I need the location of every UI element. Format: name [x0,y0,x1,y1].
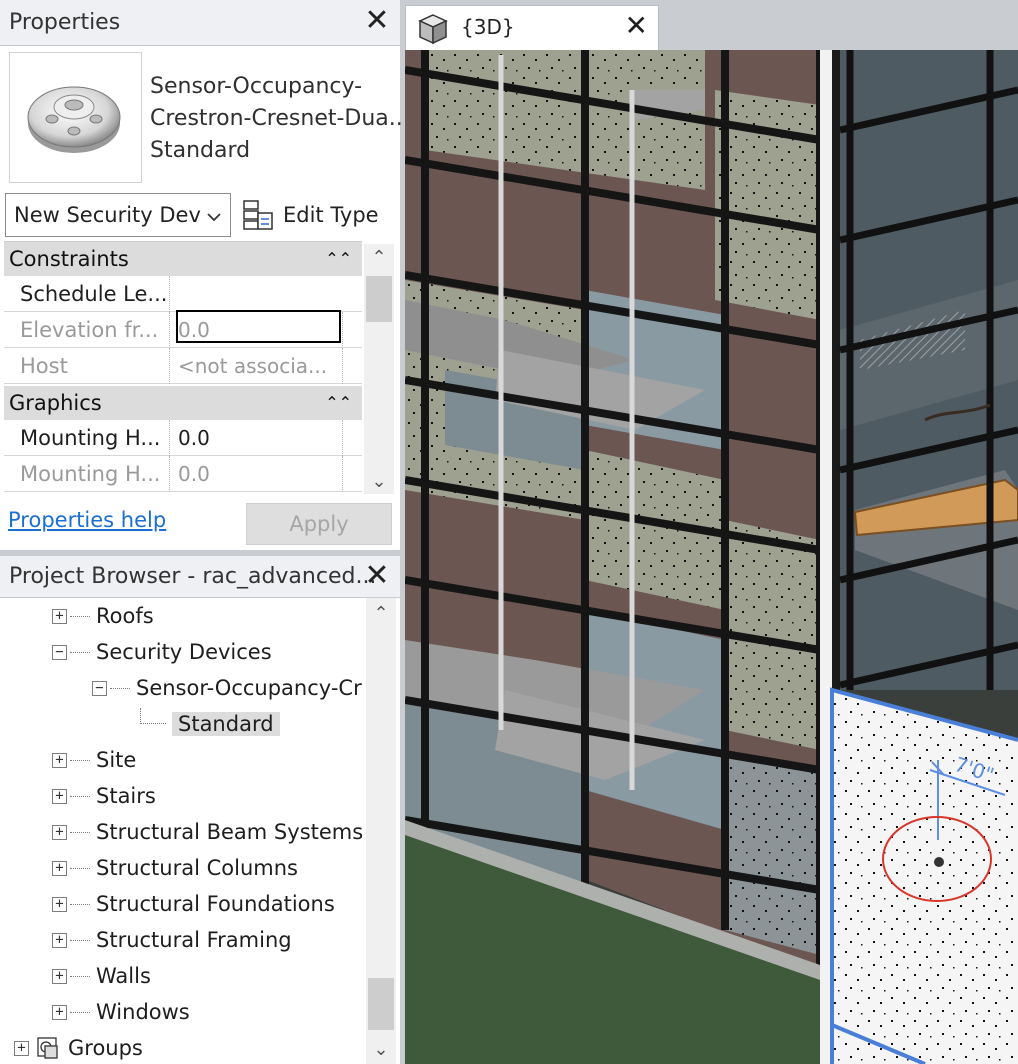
close-icon[interactable]: ✕ [625,11,648,41]
project-browser-header[interactable]: Project Browser - rac_advanced... [0,556,400,598]
scroll-up-arrow-icon[interactable]: ⌃ [364,246,394,270]
occupancy-sensor-marker [934,857,944,867]
apply-button[interactable]: Apply [246,503,392,545]
close-icon[interactable]: ✕ [364,6,390,36]
expand-icon[interactable]: + [52,824,67,840]
category-graphics[interactable]: Graphics ⌃⌃ [4,386,362,420]
collapse-icon[interactable]: ⌃⌃ [325,242,352,276]
property-row[interactable]: Mounting H... 0.0 [4,456,362,492]
tree-node-structural-columns[interactable]: + Structural Columns [52,850,298,886]
property-value: 0.0 [178,318,210,342]
type-selector-dropdown[interactable]: New Security Dev [5,193,231,237]
view-tab-label: {3D} [461,15,515,39]
groups-icon [36,1036,60,1060]
property-name: Elevation fr... [20,312,170,348]
property-name: Mounting H... [20,456,170,492]
expand-icon[interactable]: + [52,752,67,768]
properties-header[interactable]: Properties [0,0,400,46]
view-cube-icon [416,12,450,50]
project-browser: Project Browser - rac_advanced... ✕ + Ro… [0,556,400,1064]
edit-type-icon [243,200,273,230]
category-constraints[interactable]: Constraints ⌃⌃ [4,242,362,276]
edit-type-label: Edit Type [283,203,379,227]
tree-node-walls[interactable]: + Walls [52,958,151,994]
tree-node-windows[interactable]: + Windows [52,994,190,1030]
scroll-down-arrow-icon[interactable]: ⌄ [366,1038,396,1062]
properties-scrollbar[interactable]: ⌃ ⌄ [364,244,394,494]
edit-type-button[interactable]: Edit Type [242,193,379,237]
collapse-icon[interactable]: ⌃⌃ [325,386,352,420]
property-value: 0.0 [178,462,210,486]
tree-node-roofs[interactable]: + Roofs [52,598,154,634]
browser-scrollbar[interactable]: ⌃ ⌄ [366,598,396,1064]
occupancy-sensor-preview-icon [9,52,142,183]
tree-node-stairs[interactable]: + Stairs [52,778,156,814]
property-name: Schedule Le... [20,276,170,312]
properties-help-link[interactable]: Properties help [8,508,166,532]
expand-icon[interactable]: + [14,1040,29,1056]
expand-icon[interactable]: + [52,968,67,984]
curtain-wall-left [405,50,824,970]
close-icon[interactable]: ✕ [364,561,390,591]
property-value[interactable]: 0.0 [176,420,342,456]
tree-node-groups[interactable]: + Groups [14,1030,143,1064]
scroll-up-arrow-icon[interactable]: ⌃ [366,602,396,626]
type-selector-value: New Security Dev [14,203,201,227]
expand-icon[interactable]: + [52,896,67,912]
property-row[interactable]: Mounting H... 0.0 [4,420,362,456]
collapse-icon[interactable]: − [52,644,67,660]
properties-grid: Constraints ⌃⌃ Schedule Le... Elevation … [4,241,362,497]
curtain-wall-right [839,50,1018,690]
chevron-down-icon [206,206,222,230]
project-browser-title: Project Browser - rac_advanced... [9,564,377,589]
property-value: <not associa... [178,354,328,378]
type-name-line-1: Sensor-Occupancy- [150,74,363,99]
tree-node-sensor-family[interactable]: − Sensor-Occupancy-Cr [92,670,362,706]
tree-node-structural-beam-systems[interactable]: + Structural Beam Systems [52,814,363,850]
tree-node-security-devices[interactable]: − Security Devices [52,634,272,670]
scrollbar-thumb[interactable] [366,276,392,322]
property-row[interactable]: Schedule Le... [4,276,362,343]
scroll-down-arrow-icon[interactable]: ⌄ [364,470,394,494]
expand-icon[interactable]: + [52,788,67,804]
type-name-line-3: Standard [150,138,251,163]
type-name-line-2: Crestron-Cresnet-Dua... [150,106,410,131]
expand-icon[interactable]: + [52,860,67,876]
property-name: Mounting H... [20,420,170,456]
property-name: Host [20,348,170,384]
3d-viewport[interactable]: 7'0" [405,50,1018,1064]
scrollbar-thumb[interactable] [368,978,394,1030]
tree-node-structural-foundations[interactable]: + Structural Foundations [52,886,335,922]
property-row[interactable]: Elevation fr... 0.0 [4,312,362,348]
tree-node-site[interactable]: + Site [52,742,136,778]
property-row[interactable]: Host <not associa... [4,348,362,384]
collapse-icon[interactable]: − [92,680,107,696]
properties-title: Properties [9,10,121,35]
properties-palette: Properties ✕ Sensor-Occupancy- Crestron-… [0,0,410,550]
expand-icon[interactable]: + [52,608,67,624]
expand-icon[interactable]: + [52,1004,67,1020]
browser-tree: + Roofs − Security Devices − Sensor-Occu… [0,598,366,1064]
tree-node-standard-type[interactable]: Standard [140,706,280,742]
expand-icon[interactable]: + [52,932,67,948]
view-tab-3d[interactable]: {3D} ✕ [405,5,659,50]
tree-node-structural-framing[interactable]: + Structural Framing [52,922,292,958]
